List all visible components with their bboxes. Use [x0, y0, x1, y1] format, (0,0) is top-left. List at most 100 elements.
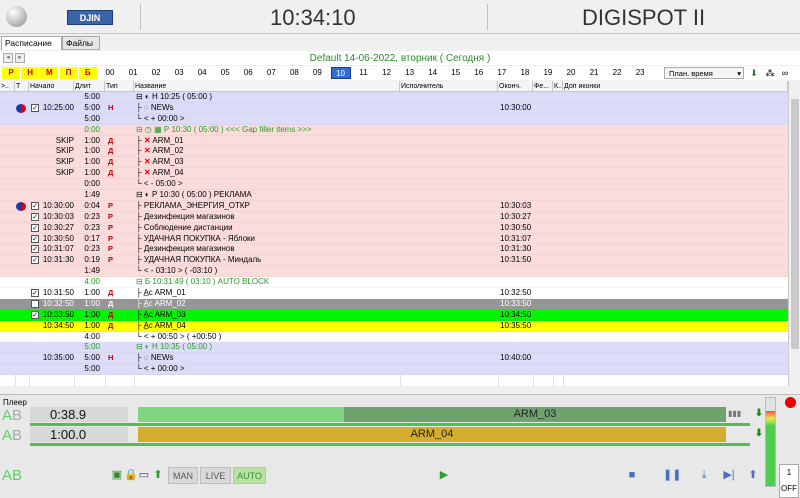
hour-06[interactable]: 06 — [238, 67, 258, 79]
hour-07[interactable]: 07 — [261, 67, 281, 79]
ab-switch-main[interactable]: AB — [2, 467, 22, 484]
row-checkbox[interactable]: ✓ — [31, 310, 39, 319]
arrow-up-icon[interactable]: ⬆ — [151, 468, 165, 483]
col-header-expand[interactable]: >.. — [0, 81, 15, 92]
live-button[interactable]: LIVE — [200, 467, 231, 484]
arrow-down-icon[interactable]: ⬇ — [754, 408, 764, 422]
hour-22[interactable]: 22 — [607, 67, 627, 79]
hour-23[interactable]: 23 — [630, 67, 650, 79]
hour-00[interactable]: 00 — [100, 67, 120, 79]
row-checkbox[interactable]: ✓ — [31, 223, 39, 232]
table-row[interactable]: ✓ 10:30:50 0:17 Р ├ УДАЧНАЯ ПОКУПКА - Яблоки… — [0, 233, 788, 245]
col-header-fe[interactable]: Фе... — [533, 81, 553, 92]
col-header-start[interactable]: Начало — [29, 81, 74, 92]
flag-4[interactable]: Б — [78, 67, 97, 79]
hour-10[interactable]: 10 — [330, 67, 351, 79]
track2-name[interactable]: ARM_04 — [138, 427, 726, 442]
row-checkbox[interactable]: ✓ — [31, 201, 39, 210]
computer-icon[interactable]: ▣ — [110, 468, 124, 483]
vertical-scrollbar[interactable] — [788, 81, 800, 386]
record-icon[interactable] — [785, 397, 796, 408]
next-track-icon[interactable]: ▶| — [722, 468, 736, 483]
stop-icon[interactable]: ■ — [625, 468, 639, 483]
hour-19[interactable]: 19 — [538, 67, 558, 79]
auto-button[interactable]: AUTO — [233, 467, 266, 484]
table-row[interactable]: 4:00 ⊟ Б 10:31:49 ( 03:10 ) AUTO BLOCK — [0, 277, 788, 289]
pause-icon[interactable]: ❚❚ — [663, 468, 681, 483]
col-header-type[interactable]: Тип — [105, 81, 134, 92]
table-row[interactable]: 4:00 └ < + 00:50 > ( +00:50 ) — [0, 331, 788, 343]
flag-2[interactable]: М — [40, 67, 59, 79]
table-row[interactable]: ✓ 10:32:50 1:00 Д ├ A̲c ARM_02 10:33:50 — [0, 298, 788, 310]
table-row[interactable]: ✓ 10:30:00 0:04 Р ├ РЕКЛАМА_ЭНЕРГИЯ_ОТКР 10:3… — [0, 200, 788, 212]
row-checkbox[interactable]: ✓ — [31, 234, 39, 243]
col-header-extra-icons[interactable]: Доп иконки — [563, 81, 788, 92]
table-row[interactable]: ✓ 10:25:00 5:00 Н ├ ◌ NEWs 10:30:00 — [0, 102, 788, 114]
hour-16[interactable]: 16 — [469, 67, 489, 79]
flag-1[interactable]: Н — [21, 67, 40, 79]
table-row[interactable]: ✓ 10:31:30 0:19 Р ├ УДАЧНАЯ ПОКУПКА - Миндал… — [0, 255, 788, 267]
table-row[interactable]: SKIP 1:00 Д ├ ✕ ARM_03 — [0, 157, 788, 169]
plan-time-select[interactable]: План. время ▾ — [664, 67, 744, 79]
flag-0[interactable]: Р — [2, 67, 20, 79]
row-checkbox[interactable]: ✓ — [31, 289, 39, 298]
counter-box[interactable]: 1 OFF — [779, 464, 799, 498]
hour-02[interactable]: 02 — [146, 67, 166, 79]
col-header-end[interactable]: Оконч. — [498, 81, 533, 92]
man-button[interactable]: MAN — [168, 467, 198, 484]
col-header-name[interactable]: Название — [134, 81, 400, 92]
col-header-t[interactable]: Т — [15, 81, 29, 92]
tab-files[interactable]: Файлы — [62, 36, 100, 50]
hour-14[interactable]: 14 — [423, 67, 443, 79]
table-row[interactable]: 5:00 ⊟ ◐ Н 10:35 ( 05:00 ) — [0, 342, 788, 354]
table-row[interactable]: 10:34:50 1:00 Д ├ A̲c ARM_04 10:35:50 — [0, 320, 788, 332]
table-row[interactable]: SKIP 1:00 Д ├ ✕ ARM_01 — [0, 135, 788, 147]
hour-01[interactable]: 01 — [123, 67, 143, 79]
row-checkbox[interactable]: ✓ — [31, 299, 39, 308]
col-header-artist[interactable]: Исполнитель — [400, 81, 498, 92]
table-row[interactable]: ✓ 10:30:27 0:23 Р ├ Соблюдение дистанции 10:3… — [0, 222, 788, 234]
table-row[interactable]: ✓ 10:33:50 1:00 Д ├ A̲c ARM_03 10:34:50 — [0, 309, 788, 321]
hour-04[interactable]: 04 — [192, 67, 212, 79]
col-header-k[interactable]: К... — [553, 81, 563, 92]
table-row[interactable]: 1:49 ⊟ ◐ Р 10:30 ( 05:00 ) РЕКЛАМА — [0, 190, 788, 201]
hour-05[interactable]: 05 — [215, 67, 235, 79]
hour-13[interactable]: 13 — [400, 67, 420, 79]
table-row[interactable]: ✓ 10:31:07 0:23 Р ├ Дезинфекция магазинов 10:… — [0, 244, 788, 256]
table-row[interactable]: 5:00 ⊟ ◐ Н 10:25 ( 05:00 ) — [0, 92, 788, 103]
hour-21[interactable]: 21 — [584, 67, 604, 79]
table-row[interactable]: 1:49 └ < - 03:10 > ( -03:10 ) — [0, 266, 788, 278]
hour-03[interactable]: 03 — [169, 67, 189, 79]
arrow-down-icon[interactable]: ⬇ — [754, 428, 764, 442]
arrow-up-blue-icon[interactable]: ⬆ — [746, 468, 760, 483]
lock-icon[interactable]: 🔒 — [124, 468, 138, 483]
table-row[interactable]: ✓ 10:30:03 0:23 Р ├ Дезинфекция магазинов 10:… — [0, 211, 788, 223]
row-checkbox[interactable]: ✓ — [31, 212, 39, 221]
ab-switch-2[interactable]: AB — [2, 427, 22, 444]
hour-12[interactable]: 12 — [377, 67, 397, 79]
table-row[interactable]: ✓ 10:31:50 1:00 Д ├ A̲c ARM_01 10:32:50 — [0, 288, 788, 299]
track1-played-bar[interactable] — [138, 407, 344, 422]
row-checkbox[interactable]: ✓ — [31, 256, 39, 265]
table-row[interactable]: 0:00 └ < - 05:00 > — [0, 179, 788, 191]
table-row[interactable]: 5:00 └ < + 00:00 > — [0, 113, 788, 125]
scroll-thumb[interactable] — [791, 99, 799, 349]
table-row[interactable]: 0:00 ⊟ ◷ ▦ Р 10:30 ( 05:00 ) <<< Gap fill… — [0, 124, 788, 136]
play-icon[interactable]: ▶ — [437, 468, 451, 483]
hour-17[interactable]: 17 — [492, 67, 512, 79]
horizontal-scrollbar[interactable] — [0, 386, 800, 394]
binoculars-icon[interactable]: ∞ — [779, 68, 791, 78]
col-header-duration[interactable]: Длит — [74, 81, 105, 92]
power-icon[interactable] — [6, 6, 27, 27]
tab-schedule[interactable]: Расписание — [1, 36, 62, 50]
ab-switch-1[interactable]: AB — [2, 407, 22, 424]
hour-09[interactable]: 09 — [307, 67, 327, 79]
hour-15[interactable]: 15 — [446, 67, 466, 79]
row-checkbox[interactable]: ✓ — [31, 245, 39, 254]
eraser-icon[interactable]: ▭ — [137, 468, 151, 483]
hour-08[interactable]: 08 — [284, 67, 304, 79]
tree-icon[interactable]: ⁂ — [764, 68, 776, 78]
table-row[interactable]: 10:35:00 5:00 Н ├ ◌ NEWs 10:40:00 — [0, 353, 788, 365]
track1-name[interactable]: ARM_03 — [344, 407, 726, 422]
row-checkbox[interactable]: ✓ — [31, 103, 39, 112]
